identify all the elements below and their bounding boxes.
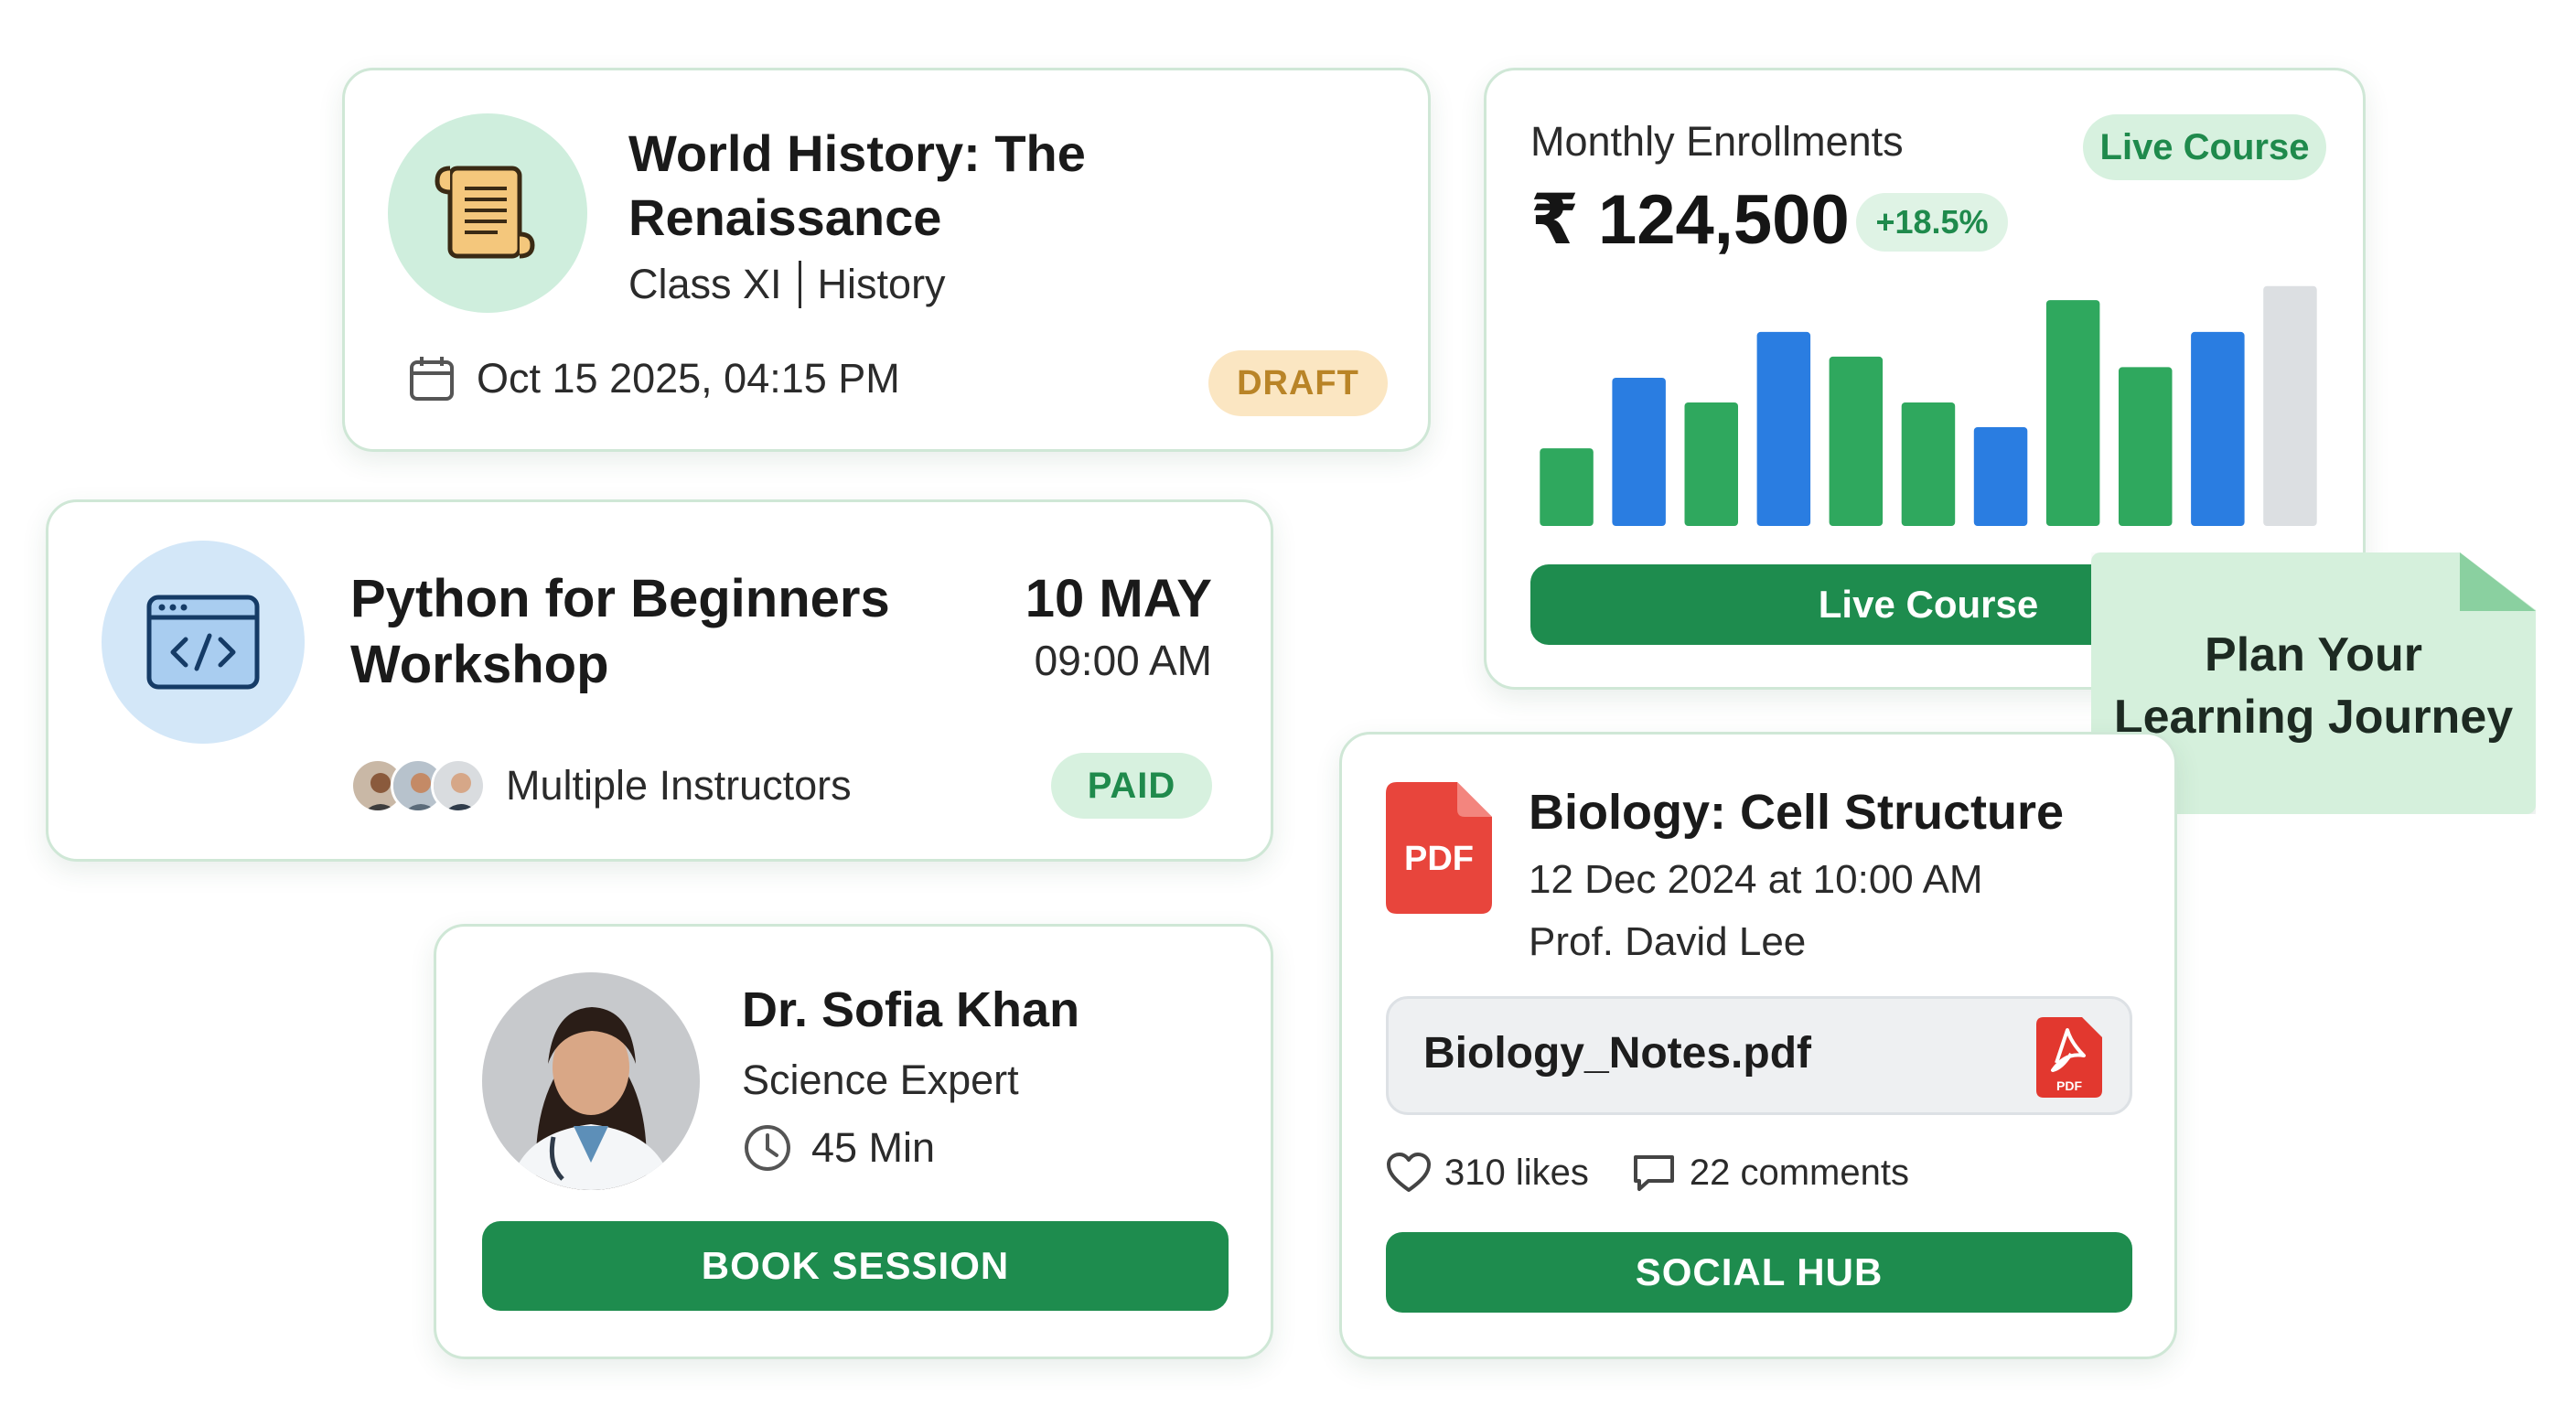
workshop-time: 09:00 AM [1034,637,1212,684]
acrobat-pdf-icon: PDF [2036,1017,2102,1098]
workshop-card-python[interactable]: Python for Beginners Workshop 10 MAY 09:… [46,499,1273,862]
workshop-title-line1: Python for Beginners [350,569,890,628]
instructors-row: Multiple Instructors [350,758,852,813]
chart-bar [1973,427,2028,526]
live-course-badge: Live Course [2083,114,2326,180]
chart-bar [1829,356,1884,526]
resource-card-biology[interactable]: PDF Biology: Cell Structure 12 Dec 2024 … [1339,732,2177,1359]
resource-professor: Prof. David Lee [1529,919,1807,964]
clock-icon [745,1125,790,1171]
status-badge-paid: PAID [1051,753,1212,819]
chart-bar [2263,285,2317,526]
session-duration: 45 Min [742,1122,935,1174]
status-badge-draft: DRAFT [1208,350,1388,416]
calendar-icon [410,357,454,401]
resource-title: Biology: Cell Structure [1529,785,2065,840]
instructors-label: Multiple Instructors [506,762,852,809]
heart-icon [1387,1153,1431,1192]
social-hub-button[interactable]: SOCIAL HUB [1386,1232,2132,1313]
schedule-row: Oct 15 2025, 04:15 PM [407,354,900,403]
chart-bar [1612,378,1666,526]
instructor-role: Science Expert [742,1056,1019,1103]
likes-count: 310 likes [1444,1152,1589,1193]
course-card-world-history[interactable]: World History: The Renaissance Class XI … [342,68,1431,452]
likes-button[interactable]: 310 likes [1386,1152,1589,1194]
sticky-note-line1: Plan Your [2205,628,2422,681]
instructor-name: Dr. Sofia Khan [742,982,1080,1037]
scroll-icon [435,166,535,259]
instructor-avatars [350,758,486,813]
chart-bar [1684,402,1738,526]
chart-bar [2119,367,2173,526]
comments-button[interactable]: 22 comments [1631,1152,1909,1194]
comments-count: 22 comments [1689,1152,1909,1193]
book-session-button[interactable]: BOOK SESSION [482,1221,1229,1311]
social-stats: 310 likes 22 comments [1386,1152,1909,1194]
resource-datetime: 12 Dec 2024 at 10:00 AM [1529,857,1983,902]
schedule-datetime: Oct 15 2025, 04:15 PM [477,355,900,402]
chart-bar [1901,402,1956,526]
enrollments-label: Monthly Enrollments [1530,118,1904,165]
divider [798,261,801,308]
avatar [431,758,486,813]
file-badge-label: PDF [2056,1078,2082,1093]
comment-icon [1633,1155,1674,1191]
file-name: Biology_Notes.pdf [1423,1029,1812,1078]
enrollments-bar-chart [1540,285,2317,526]
growth-badge: +18.5% [1856,193,2008,252]
code-window-icon-container [102,541,305,744]
workshop-date: 10 MAY [1025,569,1212,628]
chart-bar [1756,331,1811,526]
workshop-title: Python for Beginners Workshop [350,566,991,698]
class-label: Class XI [628,261,782,307]
scroll-icon-container [388,113,587,313]
course-title: World History: The Renaissance [628,124,1086,246]
pdf-file-icon: PDF [1386,782,1492,914]
duration-label: 45 Min [811,1124,936,1171]
course-meta: Class XI History [628,261,946,308]
pdf-label: PDF [1404,840,1474,878]
workshop-title-line2: Workshop [350,635,609,694]
chart-bar [2045,300,2100,526]
avatar [482,972,700,1190]
enrollments-value: ₹ 124,500 [1530,181,1850,259]
code-window-icon [146,595,260,690]
subject-label: History [817,261,946,307]
chart-bar [2191,331,2245,526]
chart-bar [1540,448,1594,526]
file-attachment[interactable]: Biology_Notes.pdf PDF [1386,996,2132,1115]
sticky-note-text: Plan Your Learning Journey [2091,624,2536,748]
instructor-card: Dr. Sofia Khan Science Expert 45 Min BOO… [434,924,1273,1359]
